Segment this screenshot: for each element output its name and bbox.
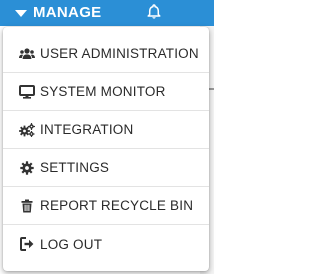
manage-dropdown-menu: USER ADMINISTRATION SYSTEM MONITOR INTEG… bbox=[3, 27, 209, 271]
menu-item-report-recycle-bin[interactable]: REPORT RECYCLE BIN bbox=[3, 187, 209, 225]
sign-out-icon bbox=[19, 236, 35, 252]
top-bar: MANAGE bbox=[0, 0, 214, 26]
manage-menu-button[interactable]: MANAGE bbox=[15, 0, 101, 24]
desktop-icon bbox=[19, 84, 35, 100]
menu-item-label: SYSTEM MONITOR bbox=[40, 84, 166, 99]
manage-menu-label: MANAGE bbox=[33, 3, 102, 21]
menu-item-system-monitor[interactable]: SYSTEM MONITOR bbox=[3, 73, 209, 111]
caret-down-icon bbox=[15, 9, 27, 17]
cogs-icon bbox=[19, 122, 35, 138]
menu-item-integration[interactable]: INTEGRATION bbox=[3, 111, 209, 149]
menu-item-label: LOG OUT bbox=[40, 236, 103, 252]
menu-item-label: INTEGRATION bbox=[40, 122, 134, 137]
menu-item-user-administration[interactable]: USER ADMINISTRATION bbox=[3, 35, 209, 73]
menu-item-log-out[interactable]: LOG OUT bbox=[3, 225, 209, 263]
trash-icon bbox=[19, 198, 35, 214]
menu-item-label: USER ADMINISTRATION bbox=[40, 46, 199, 61]
menu-item-label: REPORT RECYCLE BIN bbox=[40, 198, 194, 213]
users-icon bbox=[19, 46, 35, 62]
menu-item-label: SETTINGS bbox=[40, 160, 110, 175]
gear-icon bbox=[19, 160, 35, 176]
menu-item-settings[interactable]: SETTINGS bbox=[3, 149, 209, 187]
bell-icon[interactable] bbox=[145, 3, 163, 21]
